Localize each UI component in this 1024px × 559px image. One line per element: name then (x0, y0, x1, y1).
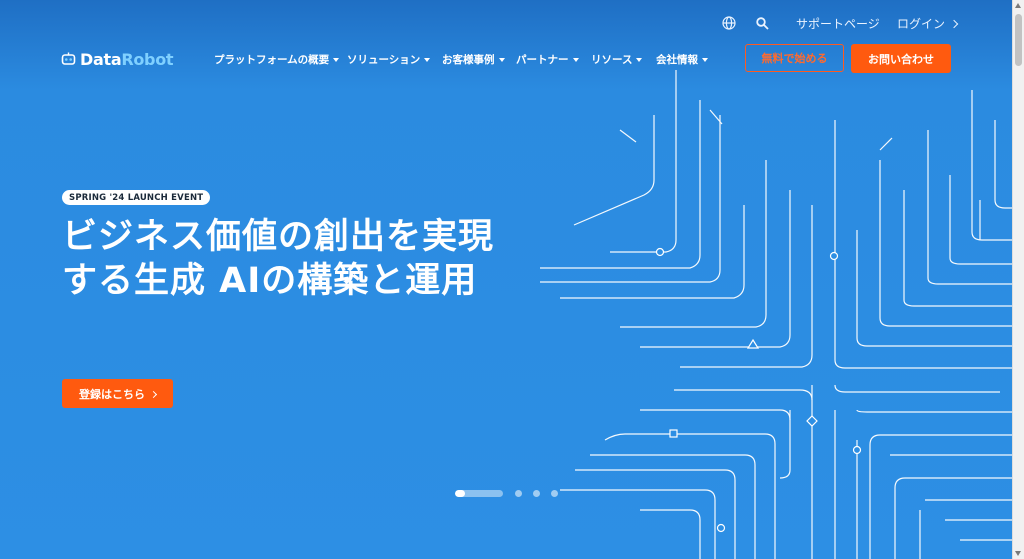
scrollbar-thumb[interactable] (1015, 14, 1022, 66)
hero-headline: ビジネス価値の創出を実現する生成 AIの構築と運用 (62, 217, 495, 301)
nav-item-label: ソリューション (347, 54, 421, 66)
carousel-dot[interactable] (533, 490, 540, 497)
globe-icon[interactable] (722, 14, 738, 32)
nav-item-customers[interactable]: お客様事例 (442, 52, 505, 67)
carousel-dot[interactable] (551, 490, 558, 497)
nav-item-label: パートナー (516, 54, 569, 66)
scroll-up-icon[interactable] (1015, 3, 1021, 8)
register-button[interactable]: 登録はこちら (62, 379, 173, 408)
caret-down-icon (572, 57, 579, 62)
nav-item-label: お客様事例 (442, 54, 495, 66)
carousel-dot[interactable] (515, 490, 522, 497)
circuit-graphic (540, 70, 1013, 559)
support-link[interactable]: サポートページ (796, 14, 880, 32)
hero-page: サポートページ ログイン Data Robot プラットフォームの概要 ソリューシ… (0, 0, 1013, 559)
carousel-progress (455, 490, 465, 497)
caret-down-icon (636, 57, 643, 62)
carousel-dot-active[interactable] (455, 490, 503, 497)
register-label: 登録はこちら (79, 387, 145, 401)
login-link[interactable]: ログイン (897, 14, 959, 32)
logo-text-data: Data (80, 49, 122, 69)
nav-item-company[interactable]: 会社情報 (656, 52, 708, 67)
nav-item-platform[interactable]: プラットフォームの概要 (214, 52, 340, 67)
logo-text-robot: Robot (121, 49, 174, 69)
nav-item-label: リソース (591, 54, 633, 66)
caret-down-icon (702, 57, 708, 62)
launch-event-badge: SPRING '24 LAUNCH EVENT (62, 190, 211, 205)
caret-down-icon (498, 57, 505, 62)
nav-item-solutions[interactable]: ソリューション (347, 52, 431, 67)
nav-item-partners[interactable]: パートナー (516, 52, 579, 67)
datarobot-logo[interactable]: Data Robot (61, 49, 174, 69)
robot-logo-icon (61, 52, 76, 65)
contact-button[interactable]: お問い合わせ (851, 44, 951, 73)
chevron-right-icon (949, 19, 959, 28)
search-icon[interactable] (756, 14, 772, 32)
nav-item-label: 会社情報 (656, 54, 698, 66)
chevron-right-icon (149, 390, 158, 398)
start-free-button[interactable]: 無料で始める (745, 44, 844, 72)
login-label: ログイン (897, 16, 946, 31)
scroll-down-icon[interactable] (1015, 551, 1021, 556)
scrollbar[interactable] (1012, 0, 1024, 559)
nav-item-label: プラットフォームの概要 (214, 54, 330, 66)
caret-down-icon (424, 57, 431, 62)
nav-item-resources[interactable]: リソース (591, 52, 643, 67)
caret-down-icon (333, 57, 340, 62)
support-label: サポートページ (796, 16, 880, 31)
